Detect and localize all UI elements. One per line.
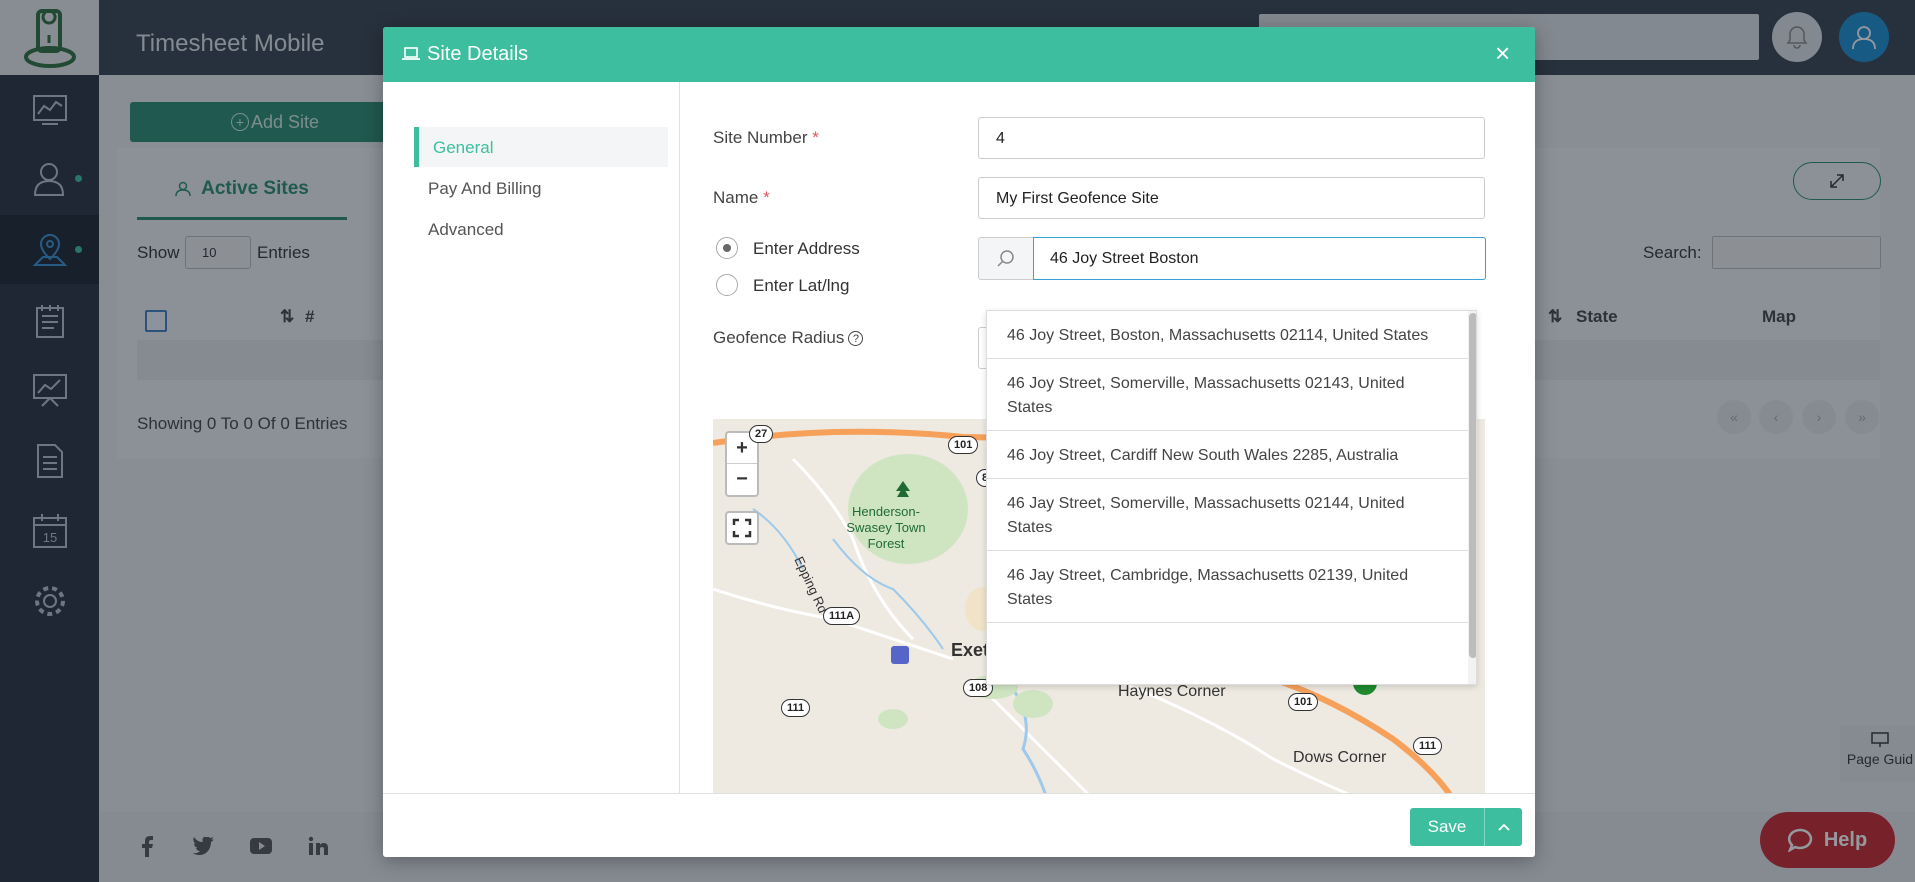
save-button[interactable]: Save — [1410, 808, 1522, 846]
tab-pay-and-billing[interactable]: Pay And Billing — [414, 168, 668, 208]
save-label[interactable]: Save — [1410, 808, 1484, 846]
route-marker: 101 — [1288, 693, 1319, 711]
map-label-haynes: Haynes Corner — [1118, 683, 1226, 700]
modal-footer — [383, 793, 1535, 857]
chevron-up-icon — [1497, 823, 1510, 831]
close-button[interactable]: × — [1495, 40, 1510, 66]
site-number-label: Site Number * — [713, 128, 819, 147]
modal-side-tabs: General Pay And Billing Advanced — [383, 82, 680, 820]
tab-advanced[interactable]: Advanced — [414, 209, 668, 249]
enter-latlng-radio[interactable] — [716, 274, 738, 296]
route-marker: 27 — [749, 425, 774, 443]
route-marker: 111 — [1413, 737, 1443, 755]
address-search-input[interactable]: 46 Joy Street Boston — [1033, 237, 1486, 280]
map-label-forest: Henderson-Swasey Town Forest — [846, 504, 926, 551]
enter-address-radio[interactable] — [716, 237, 738, 259]
map-label-dows: Dows Corner — [1293, 749, 1387, 766]
address-search-addon — [978, 237, 1034, 280]
modal-title: Site Details — [427, 43, 529, 65]
suggestion-item[interactable]: 46 Jay Street, Cambridge, Massachusetts … — [987, 551, 1469, 623]
map-label-town: Exet — [951, 640, 990, 660]
route-marker: 111A — [823, 607, 861, 625]
fullscreen-icon — [732, 518, 752, 538]
geofence-radius-label: Geofence Radius? — [713, 328, 864, 348]
suggestion-item[interactable]: 46 Jay Street, Somerville, Massachusetts… — [987, 479, 1469, 551]
map-fullscreen-button[interactable] — [725, 511, 759, 545]
site-number-input[interactable]: 4 — [978, 117, 1485, 159]
suggestion-item[interactable]: 46 Joy Street, Cardiff New South Wales 2… — [987, 431, 1469, 479]
laptop-icon — [402, 47, 420, 60]
suggestion-item[interactable]: 46 Joy Street, Somerville, Massachusetts… — [987, 359, 1469, 431]
help-circle-icon[interactable]: ? — [848, 331, 864, 347]
enter-address-label[interactable]: Enter Address — [753, 239, 860, 259]
scrollbar-thumb[interactable] — [1469, 313, 1476, 658]
save-options-button[interactable] — [1484, 808, 1522, 846]
site-details-modal: Site Details × General Pay And Billing A… — [383, 27, 1535, 857]
zoom-out-button[interactable]: − — [727, 464, 757, 495]
route-marker: 101 — [948, 436, 979, 454]
modal-header: Site Details × — [383, 27, 1535, 82]
route-marker: 111 — [781, 699, 811, 717]
suggestions-scrollbar[interactable] — [1468, 311, 1476, 684]
enter-latlng-label[interactable]: Enter Lat/lng — [753, 276, 849, 296]
name-input[interactable]: My First Geofence Site — [978, 177, 1485, 219]
search-icon — [997, 249, 1014, 267]
name-label: Name * — [713, 188, 770, 207]
address-suggestions-dropdown: 46 Joy Street, Boston, Massachusetts 021… — [986, 310, 1477, 685]
suggestion-item[interactable]: 46 Joy Street, Boston, Massachusetts 021… — [987, 311, 1469, 359]
tab-general[interactable]: General — [414, 127, 668, 167]
